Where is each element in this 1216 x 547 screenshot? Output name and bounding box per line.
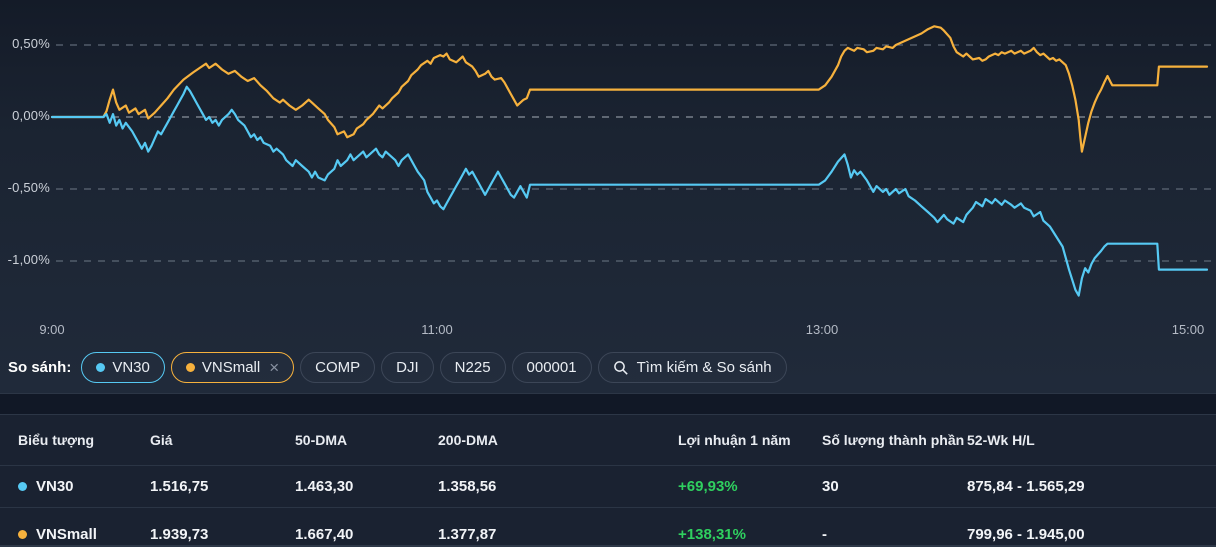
- dma200-cell: 1.377,87: [438, 525, 497, 543]
- chip-label: VN30: [112, 359, 150, 376]
- col-header-52wk-hl: 52-Wk H/L: [967, 432, 1035, 448]
- chip-label: VNSmall: [201, 359, 261, 376]
- y-tick-label: 0,50%: [12, 36, 50, 51]
- intraday-percent-chart[interactable]: 0,50% 0,00% -0,50% -1,00% 9:00 11:00 13:00 15:…: [0, 0, 1216, 341]
- price-cell: 1.516,75: [150, 478, 209, 495]
- series-line-vn30: [50, 85, 1209, 297]
- x-tick-label: 13:00: [805, 322, 839, 337]
- search-compare-button[interactable]: Tìm kiếm & So sánh: [597, 352, 787, 383]
- col-header-dma50: 50-DMA: [295, 432, 348, 448]
- table-row[interactable]: VNSmall 1.939,73 1.667,40 1.377,87 +138,…: [0, 508, 1216, 547]
- close-icon[interactable]: ×: [269, 359, 279, 376]
- col-header-dma200: 200-DMA: [438, 432, 498, 448]
- section-separator: [0, 394, 1216, 415]
- components-cell: -: [822, 525, 827, 543]
- vn30-series-dot: [96, 363, 106, 372]
- vnsmall-series-dot: [18, 529, 27, 539]
- compare-label: So sánh:: [8, 359, 72, 376]
- dma50-cell: 1.667,40: [295, 525, 354, 543]
- chip-label: 000001: [526, 359, 577, 376]
- search-compare-label: Tìm kiếm & So sánh: [636, 359, 772, 376]
- x-tick-label: 15:00: [1171, 322, 1205, 337]
- chip-n225[interactable]: N225: [439, 352, 506, 383]
- x-tick-label: 9:00: [39, 322, 65, 337]
- symbol-label: VN30: [36, 478, 74, 495]
- y-tick-label: 0,00%: [12, 108, 50, 123]
- y-tick-label: -1,00%: [7, 252, 50, 267]
- symbol-cell: VN30: [18, 478, 150, 495]
- chip-vn30[interactable]: VN30: [81, 352, 165, 383]
- chip-label: DJI: [396, 359, 419, 376]
- symbol-cell: VNSmall: [18, 526, 150, 543]
- vnsmall-series-dot: [185, 363, 195, 372]
- compare-bar: So sánh: VN30 VNSmall × COMP DJI N225 00…: [0, 341, 1216, 394]
- col-header-return-1y: Lợi nhuận 1 năm: [678, 432, 791, 448]
- col-header-symbol: Biểu tượng: [18, 432, 95, 448]
- y-tick-label: -0,50%: [7, 180, 50, 195]
- chip-comp[interactable]: COMP: [300, 352, 376, 383]
- 52wk-hl-cell: 875,84 - 1.565,29: [967, 478, 1085, 495]
- chip-label: COMP: [315, 359, 361, 376]
- 52wk-hl-cell: 799,96 - 1.945,00: [967, 525, 1085, 543]
- price-cell: 1.939,73: [150, 525, 209, 543]
- col-header-components: Số lượng thành phần: [822, 432, 965, 448]
- chip-vnsmall[interactable]: VNSmall ×: [170, 352, 295, 383]
- vn30-series-dot: [18, 482, 27, 491]
- chart-panel: 0,50% 0,00% -0,50% -1,00% 9:00 11:00 13:00 15:…: [0, 0, 1216, 394]
- return-1y-cell: +138,31%: [678, 525, 746, 543]
- search-icon: [613, 360, 628, 375]
- x-tick-label: 11:00: [421, 322, 453, 337]
- chip-dji[interactable]: DJI: [381, 352, 434, 383]
- chart-canvas[interactable]: [0, 0, 1216, 312]
- dma50-cell: 1.463,30: [295, 478, 354, 495]
- col-header-price: Giá: [150, 432, 173, 448]
- components-cell: 30: [822, 478, 839, 495]
- table-row[interactable]: VN30 1.516,75 1.463,30 1.358,56 +69,93% …: [0, 466, 1216, 508]
- chip-label: N225: [454, 359, 491, 376]
- chip-000001[interactable]: 000001: [511, 352, 592, 383]
- table-header-row: Biểu tượng Giá 50-DMA 200-DMA Lợi nhuận …: [0, 415, 1216, 466]
- symbol-label: VNSmall: [36, 525, 97, 543]
- return-1y-cell: +69,93%: [678, 478, 738, 495]
- dma200-cell: 1.358,56: [438, 478, 497, 495]
- comparison-table: Biểu tượng Giá 50-DMA 200-DMA Lợi nhuận …: [0, 415, 1216, 547]
- index-comparison-app: 0,50% 0,00% -0,50% -1,00% 9:00 11:00 13:00 15:…: [0, 0, 1216, 547]
